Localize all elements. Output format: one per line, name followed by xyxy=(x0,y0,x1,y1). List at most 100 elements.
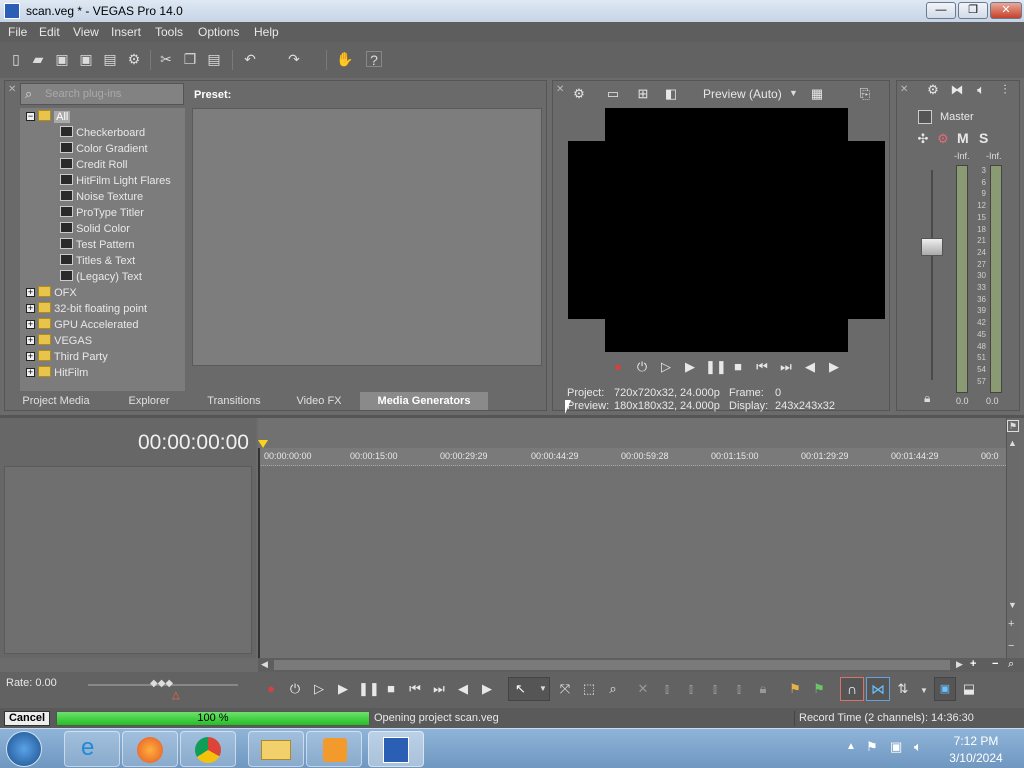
expand-icon[interactable]: + xyxy=(26,368,35,377)
mixer-faders-icon[interactable]: ⫶ xyxy=(996,81,1014,99)
save-icon[interactable]: ▣ xyxy=(54,51,70,67)
panel-close-icon[interactable]: ✕ xyxy=(556,84,564,95)
selection-tool-icon[interactable]: ⬚ xyxy=(580,680,598,698)
loop-playback-icon[interactable]: ⏻ xyxy=(286,680,304,698)
start-button[interactable] xyxy=(6,731,42,767)
trim-start-icon[interactable]: ⫾ xyxy=(682,680,700,698)
paste-icon[interactable]: ▤ xyxy=(206,51,222,67)
zoom-tool-icon[interactable]: ⌕ xyxy=(1008,658,1014,671)
tree-folder-ofx[interactable]: + OFX xyxy=(26,286,77,302)
go-to-start-icon[interactable]: ⏮ xyxy=(406,680,424,698)
record-icon[interactable]: ● xyxy=(262,680,280,698)
help-icon[interactable]: ? xyxy=(366,51,382,68)
close-button[interactable]: ✕ xyxy=(990,2,1022,19)
trim-end-icon[interactable]: ⫾ xyxy=(706,680,724,698)
fx-gear-icon[interactable]: ⚙ xyxy=(934,130,952,148)
envelope-tool-icon[interactable]: ⤧ xyxy=(556,680,574,698)
cancel-button[interactable]: Cancel xyxy=(4,711,50,726)
tree-item-all[interactable]: All xyxy=(54,111,71,123)
play-from-start-icon[interactable]: ▷ xyxy=(657,358,675,376)
redo-icon[interactable]: ↷ xyxy=(286,51,302,67)
show-hidden-icons-icon[interactable]: ▲ xyxy=(846,741,856,752)
rate-slider-handle-icon[interactable]: ◆◆◆ xyxy=(150,678,173,689)
chevron-down-icon[interactable]: ▼ xyxy=(920,686,928,695)
tree-item-titles-text[interactable]: Titles & Text xyxy=(60,254,135,270)
scroll-left-icon[interactable]: ◀ xyxy=(261,659,268,670)
stop-icon[interactable]: ■ xyxy=(382,680,400,698)
menu-insert[interactable]: Insert xyxy=(111,25,141,39)
tree-item-checkerboard[interactable]: Checkerboard xyxy=(60,126,145,142)
expand-icon[interactable]: + xyxy=(26,304,35,313)
tab-transitions[interactable]: Transitions xyxy=(196,392,272,410)
ripple-edit-icon[interactable]: ⇅ xyxy=(894,680,912,698)
split-screen-icon[interactable]: ⊞ xyxy=(634,85,652,103)
post-edit-ripple-icon[interactable]: ⬓ xyxy=(960,680,978,698)
scroll-down-icon[interactable]: ▼ xyxy=(1008,600,1017,610)
lock-events-icon[interactable]: 🔒︎ xyxy=(754,680,772,698)
play-from-start-icon[interactable]: ▷ xyxy=(310,680,328,698)
tree-item-solid-color[interactable]: Solid Color xyxy=(60,222,130,238)
search-plugins-input[interactable]: ⌕ Search plug-ins xyxy=(20,83,184,105)
tab-media-generators[interactable]: Media Generators xyxy=(360,392,488,410)
overlays-icon[interactable]: ◧ xyxy=(662,85,680,103)
tree-item-noise-texture[interactable]: Noise Texture xyxy=(60,190,143,206)
play-icon[interactable]: ▶ xyxy=(334,680,352,698)
enable-snapping-icon[interactable]: ✋ xyxy=(336,51,353,67)
tab-explorer[interactable]: Explorer xyxy=(114,392,184,410)
file-explorer-icon[interactable] xyxy=(248,731,304,767)
edit-tool-dropdown[interactable]: ↖ ▼ xyxy=(508,677,550,701)
tree-folder-vegas[interactable]: + VEGAS xyxy=(26,334,92,350)
split-icon[interactable]: ⫾ xyxy=(730,680,748,698)
external-monitor-icon[interactable]: ▭ xyxy=(604,85,622,103)
zoom-in-time-icon[interactable]: + xyxy=(970,658,976,670)
master-enable-icon[interactable] xyxy=(918,110,932,124)
marker-flag-icon[interactable]: ⚑ xyxy=(1007,420,1019,432)
solo-button[interactable]: S xyxy=(979,130,988,146)
menu-tools[interactable]: Tools xyxy=(155,25,183,39)
firefox-icon[interactable] xyxy=(122,731,178,767)
copy-snapshot-icon[interactable]: ⎘ xyxy=(856,85,874,103)
go-to-end-icon[interactable]: ⏭ xyxy=(777,358,795,376)
tree-folder-hitfilm[interactable]: + HitFilm xyxy=(26,366,88,382)
panel-close-icon[interactable]: ✕ xyxy=(900,84,908,95)
zoom-out-vertical-icon[interactable]: − xyxy=(1008,640,1014,652)
expand-icon[interactable]: + xyxy=(26,320,35,329)
snapping-magnet-icon[interactable]: ∩ xyxy=(840,677,864,701)
playhead-marker-icon[interactable] xyxy=(258,440,268,448)
go-to-end-icon[interactable]: ⏭ xyxy=(430,680,448,698)
undo-icon[interactable]: ↶ xyxy=(242,51,258,67)
delete-icon[interactable]: ✕ xyxy=(634,680,652,698)
pause-icon[interactable]: ❚❚ xyxy=(358,680,380,698)
internet-explorer-icon[interactable]: e xyxy=(64,731,120,767)
tree-item-test-pattern[interactable]: Test Pattern xyxy=(60,238,135,254)
insert-marker-icon[interactable]: ⚑ xyxy=(786,680,804,698)
panel-close-icon[interactable]: ✕ xyxy=(8,84,16,95)
zoom-in-vertical-icon[interactable]: + xyxy=(1008,618,1014,630)
tree-item-protype-titler[interactable]: ProType Titler xyxy=(60,206,144,222)
menu-view[interactable]: View xyxy=(73,25,99,39)
previous-frame-icon[interactable]: ◀ xyxy=(801,358,819,376)
lock-envelopes-icon[interactable]: ▣ xyxy=(934,677,956,701)
tab-video-fx[interactable]: Video FX xyxy=(286,392,352,410)
pause-icon[interactable]: ❚❚ xyxy=(705,358,727,376)
tree-folder-32bit[interactable]: + 32-bit floating point xyxy=(26,302,147,318)
next-frame-icon[interactable]: ▶ xyxy=(825,358,843,376)
clock-time[interactable]: 7:12 PM xyxy=(946,734,1006,748)
zoom-edit-tool-icon[interactable]: ⌕ xyxy=(604,680,622,698)
menu-help[interactable]: Help xyxy=(254,25,279,39)
zoom-out-time-icon[interactable]: − xyxy=(992,658,998,670)
downmix-icon[interactable]: ⧓ xyxy=(948,81,966,99)
insert-fx-icon[interactable]: ✣ xyxy=(914,130,932,148)
tree-item-credit-roll[interactable]: Credit Roll xyxy=(60,158,127,174)
tab-project-media[interactable]: Project Media xyxy=(12,392,100,410)
minimize-button[interactable]: — xyxy=(926,2,956,19)
insert-region-icon[interactable]: ⚑ xyxy=(810,680,828,698)
save-as-icon[interactable]: ▣ xyxy=(78,51,94,67)
previous-frame-icon[interactable]: ◀ xyxy=(454,680,472,698)
tree-folder-third-party[interactable]: + Third Party xyxy=(26,350,108,366)
horizontal-scrollbar[interactable]: ◀ ▶ + − ⌕ xyxy=(258,658,1024,672)
menu-options[interactable]: Options xyxy=(198,25,239,39)
menu-edit[interactable]: Edit xyxy=(39,25,60,39)
action-center-flag-icon[interactable]: ⚑ xyxy=(866,739,878,755)
preview-settings-gear-icon[interactable]: ⚙ xyxy=(570,85,588,103)
